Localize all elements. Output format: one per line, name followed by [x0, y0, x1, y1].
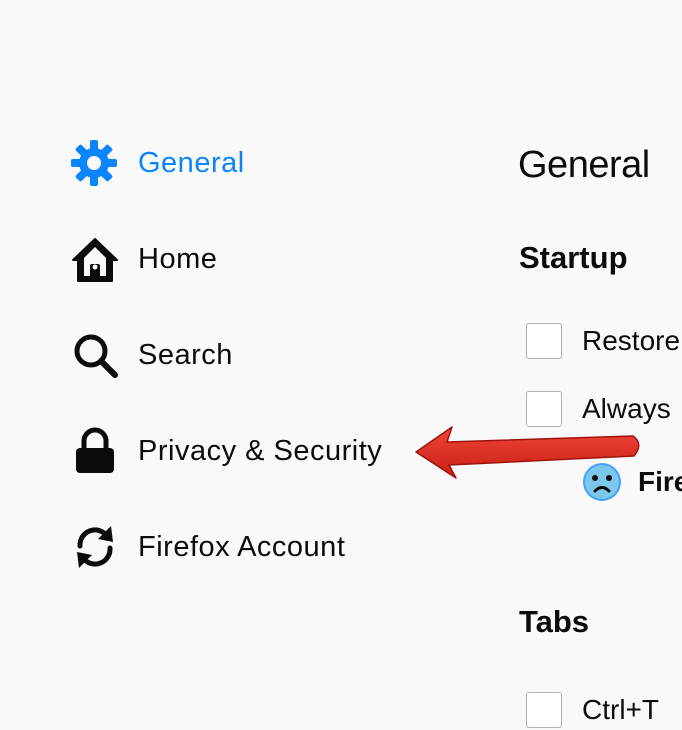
always-check-default-label: Always	[582, 393, 671, 424]
home-icon	[70, 234, 122, 284]
ctrl-tab-option[interactable]: Ctrl+T	[526, 690, 659, 730]
always-check-default-checkbox[interactable]	[526, 391, 562, 427]
startup-heading: Startup	[519, 240, 628, 275]
sidebar-item-label: Privacy & Security	[138, 434, 383, 467]
sidebar-item-privacy-security[interactable]: Privacy & Security	[70, 426, 382, 476]
default-browser-text: Fire	[638, 466, 682, 497]
sync-icon	[70, 522, 122, 572]
tabs-heading: Tabs	[519, 604, 590, 639]
default-browser-status: Fire	[582, 462, 682, 502]
restore-session-checkbox[interactable]	[526, 323, 562, 359]
sidebar-item-search[interactable]: Search	[70, 330, 233, 380]
sidebar-item-label: Home	[138, 242, 218, 275]
sidebar-item-label: Firefox Account	[138, 530, 346, 563]
page-title: General	[518, 144, 650, 186]
ctrl-tab-label: Ctrl+T	[582, 694, 659, 725]
sidebar-item-label: Search	[138, 338, 233, 371]
sidebar-item-label: General	[138, 146, 245, 179]
sidebar-item-home[interactable]: Home	[70, 234, 217, 284]
always-check-default-option[interactable]: Always	[526, 389, 671, 429]
sidebar-item-general[interactable]: General	[70, 138, 245, 188]
search-icon	[70, 330, 122, 380]
restore-session-label: Restore	[582, 325, 681, 356]
lock-icon	[70, 426, 122, 476]
sad-face-icon	[582, 462, 622, 502]
restore-session-option[interactable]: Restore	[526, 321, 680, 361]
ctrl-tab-checkbox[interactable]	[526, 692, 562, 728]
sidebar-item-firefox-account[interactable]: Firefox Account	[70, 522, 345, 572]
gear-icon	[70, 138, 122, 188]
